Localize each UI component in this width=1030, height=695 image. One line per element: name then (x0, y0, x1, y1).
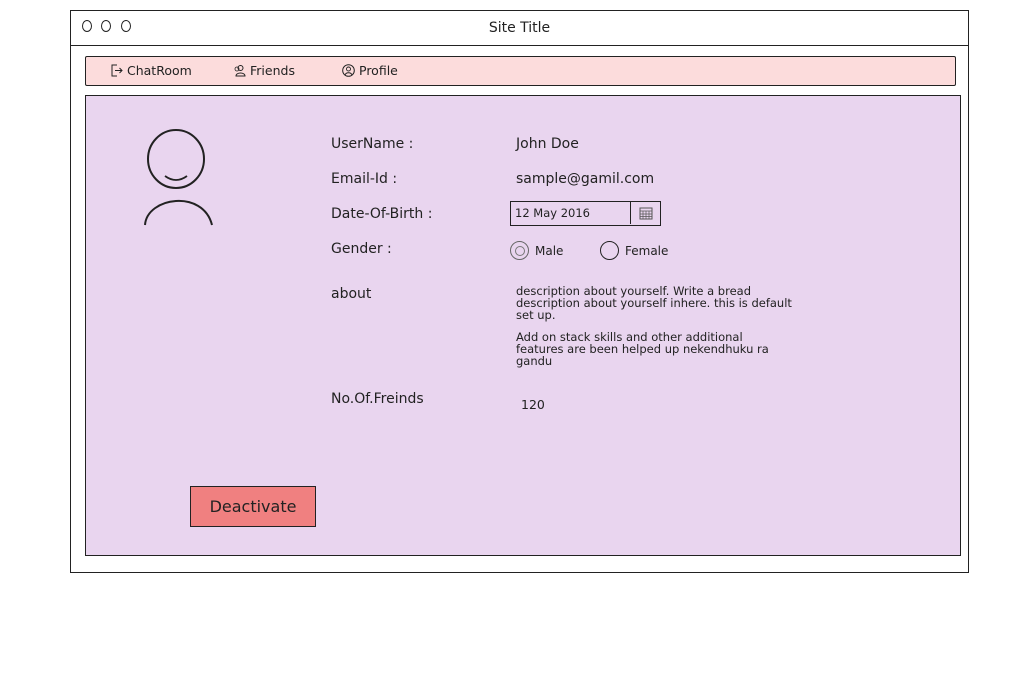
nav-item-label: Friends (250, 63, 295, 78)
radio-button[interactable] (600, 241, 619, 260)
nav-item-label: ChatRoom (127, 63, 192, 78)
gender-radio-female[interactable]: Female (600, 241, 668, 260)
nav-bar: ChatRoom Friends Profile (85, 56, 956, 86)
users-icon (233, 64, 246, 77)
about-paragraph: description about yourself. Write a brea… (516, 284, 792, 322)
radio-button-checked[interactable] (510, 241, 529, 260)
username-value: John Doe (516, 136, 579, 152)
about-label: about (331, 286, 372, 302)
nav-item-chatroom[interactable]: ChatRoom (110, 63, 192, 78)
about-paragraph: Add on stack skills and other additional… (516, 330, 769, 368)
about-text: description about yourself. Write a brea… (516, 285, 792, 377)
username-label: UserName : (331, 136, 414, 152)
avatar-icon (143, 129, 215, 231)
gender-label: Gender : (331, 241, 392, 257)
dob-label: Date-Of-Birth : (331, 206, 433, 222)
dob-date-picker[interactable]: 12 May 2016 (510, 201, 661, 226)
friends-count-value: 120 (521, 397, 545, 412)
calendar-icon[interactable] (630, 202, 660, 224)
site-title: Site Title (488, 20, 551, 36)
logout-icon (110, 64, 123, 77)
friends-count-label: No.Of.Freinds (331, 391, 424, 407)
dob-value: 12 May 2016 (515, 206, 590, 220)
nav-item-profile[interactable]: Profile (342, 63, 398, 78)
title-bar: Site Title (71, 11, 968, 46)
gender-option-label: Female (625, 243, 669, 258)
nav-item-label: Profile (359, 63, 398, 78)
deactivate-button[interactable]: Deactivate (190, 486, 316, 527)
nav-item-friends[interactable]: Friends (233, 63, 295, 78)
browser-window: Site Title ChatRoom Friends Profile User… (70, 10, 969, 573)
gender-radio-male[interactable]: Male (510, 241, 563, 260)
profile-icon (342, 64, 355, 77)
gender-option-label: Male (535, 243, 564, 258)
email-label: Email-Id : (331, 171, 398, 187)
profile-panel: UserName : John Doe Email-Id : sample@ga… (85, 95, 961, 556)
email-value: sample@gamil.com (516, 171, 655, 187)
